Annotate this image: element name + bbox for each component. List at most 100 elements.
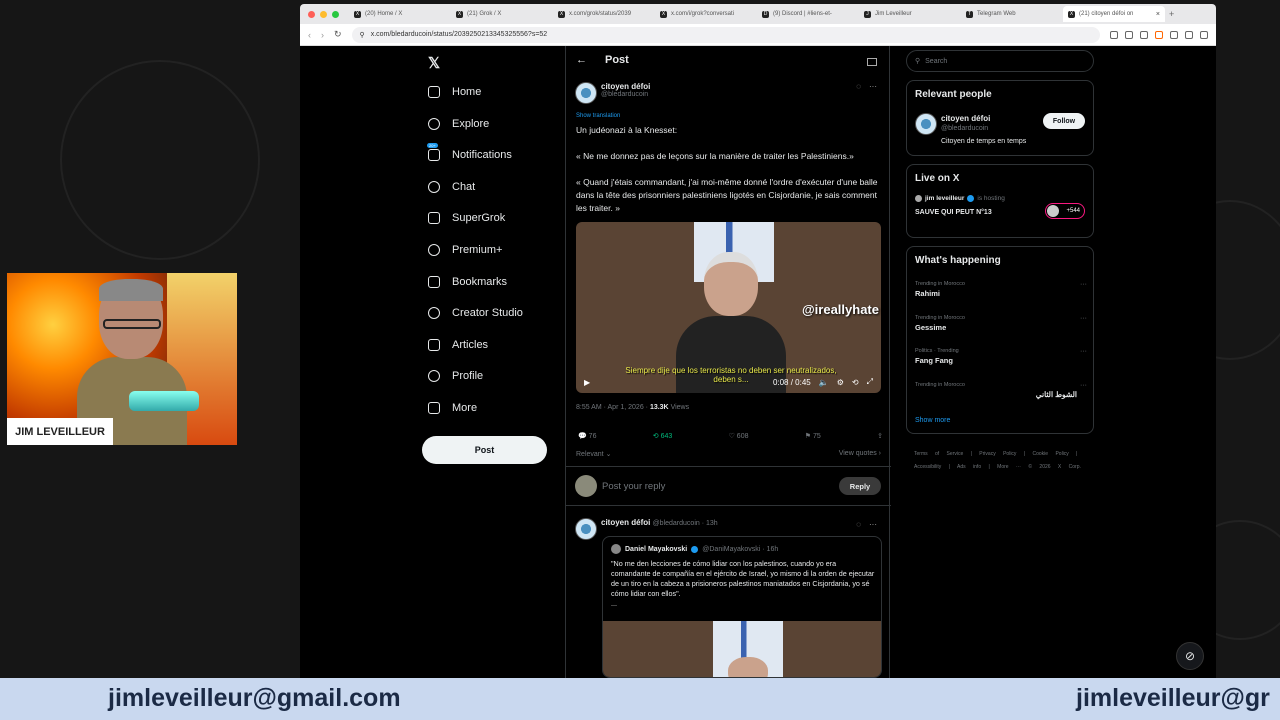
avatar[interactable] bbox=[915, 113, 937, 135]
fullscreen-icon[interactable]: ⤢ bbox=[867, 377, 873, 387]
nav-item-articles[interactable]: Articles bbox=[428, 338, 488, 351]
author-handle[interactable]: @bledarducoin bbox=[601, 91, 650, 98]
quoted-post[interactable]: Daniel Mayakovski @DaniMayakovski · 16h … bbox=[602, 536, 882, 678]
browser-tab[interactable]: X (21) citoyen défoi on × bbox=[1063, 6, 1165, 22]
browser-tab[interactable]: Xx.com/grok/status/2039 bbox=[553, 6, 655, 22]
more-options-icon[interactable]: ··· bbox=[1080, 315, 1087, 322]
more-options-icon[interactable]: ··· bbox=[869, 520, 877, 529]
grok-icon[interactable]: ◌ bbox=[856, 82, 861, 91]
nav-item-supergrok[interactable]: SuperGrok bbox=[428, 212, 505, 225]
live-host[interactable]: jim leveilleur is hosting bbox=[915, 195, 1005, 202]
settings-icon[interactable]: ⚙ bbox=[837, 378, 844, 387]
extension-icon[interactable] bbox=[1110, 30, 1118, 39]
more-options-icon[interactable]: ··· bbox=[1080, 348, 1087, 355]
space-title[interactable]: SAUVE QUI PEUT N°13 bbox=[915, 209, 992, 216]
like-action[interactable]: ♡ 608 bbox=[729, 432, 749, 440]
play-icon[interactable]: ▶ bbox=[584, 378, 590, 387]
trend-context: Trending in Morocco bbox=[915, 281, 965, 287]
browser-tab[interactable]: D (9) Discord | #liens-et- bbox=[757, 6, 859, 22]
reply-input[interactable]: Post your reply bbox=[602, 481, 665, 492]
nav-item-bookmarks[interactable]: Bookmarks bbox=[428, 275, 507, 288]
replies-sort-row: Relevant ⌄ View quotes › bbox=[576, 450, 881, 458]
video-player[interactable]: @ireallyhate Siempre dije que los terror… bbox=[576, 222, 881, 393]
nav-label: Home bbox=[452, 86, 482, 98]
avatar[interactable] bbox=[575, 518, 597, 540]
nav-item-home[interactable]: Home bbox=[428, 86, 481, 98]
search-input[interactable]: ⚲ Search bbox=[906, 50, 1094, 72]
follow-button[interactable]: Follow bbox=[1043, 113, 1085, 129]
tab-favicon-icon: X bbox=[660, 10, 667, 18]
premium-icon bbox=[428, 244, 440, 256]
post-author[interactable]: citoyen défoi @bledarducoin bbox=[575, 82, 650, 104]
grok-icon[interactable]: ◌ bbox=[856, 520, 861, 529]
site-info-icon[interactable]: ⚲ bbox=[360, 31, 365, 39]
tab-favicon-icon: T bbox=[966, 10, 973, 18]
bookmark-action[interactable]: ⚑ 75 bbox=[805, 432, 821, 440]
view-quotes-link[interactable]: View quotes › bbox=[839, 450, 881, 458]
back-arrow-icon[interactable]: ← bbox=[576, 54, 587, 66]
person-handle[interactable]: @bledarducoin bbox=[941, 125, 988, 132]
listener-count[interactable]: +544 bbox=[1045, 203, 1085, 219]
volume-icon[interactable]: 🔈 bbox=[819, 378, 829, 387]
nav-item-creator-studio[interactable]: Creator Studio bbox=[428, 307, 523, 320]
minimize-window-button[interactable] bbox=[320, 10, 327, 18]
url-field[interactable]: ⚲ x.com/bledarducoin/status/203925021334… bbox=[351, 26, 1100, 43]
trend-item[interactable]: Trending in Morocco Rahimi ··· bbox=[915, 281, 1087, 298]
share-icon[interactable]: ⇪ bbox=[877, 432, 883, 440]
author-name[interactable]: citoyen défoi bbox=[601, 82, 650, 91]
more-options-icon[interactable]: ··· bbox=[1080, 382, 1087, 389]
trend-item[interactable]: Trending in Morocco Gessime ··· bbox=[915, 315, 1087, 332]
reply-button[interactable]: Reply bbox=[839, 477, 881, 495]
repost-action[interactable]: ⟲ 643 bbox=[653, 432, 673, 440]
extension-icon[interactable] bbox=[1185, 30, 1193, 39]
tab-list: X (20) Home / X X (21) Grok / X Xx.com/grok/… bbox=[349, 6, 1165, 22]
nav-item-chat[interactable]: Chat bbox=[428, 180, 475, 193]
post-button[interactable]: Post bbox=[422, 436, 547, 464]
trend-item[interactable]: Trending in Morocco الشوط الثاني ··· bbox=[915, 382, 1087, 399]
brave-shield-icon[interactable] bbox=[1155, 30, 1163, 39]
footer-links[interactable]: Terms of Service | Privacy Policy | Cook… bbox=[914, 448, 1094, 474]
post-options: ◌ ··· bbox=[856, 82, 877, 91]
browser-tab[interactable]: J Jim Leveilleur bbox=[859, 6, 961, 22]
browser-tab[interactable]: X (21) Grok / X bbox=[451, 6, 553, 22]
views-count: 13.3K bbox=[649, 404, 669, 411]
avatar bbox=[575, 475, 597, 497]
forward-icon[interactable]: › bbox=[321, 30, 324, 40]
trend-name: Fang Fang bbox=[915, 356, 953, 365]
browser-tab[interactable]: X (20) Home / X bbox=[349, 6, 451, 22]
show-translation-link[interactable]: Show translation bbox=[576, 113, 620, 119]
maximize-window-button[interactable] bbox=[332, 10, 339, 18]
reload-icon[interactable]: ↻ bbox=[334, 29, 342, 40]
avatar bbox=[611, 544, 621, 554]
back-icon[interactable]: ‹ bbox=[308, 30, 311, 40]
x-logo-icon[interactable]: 𝕏 bbox=[428, 54, 440, 72]
nav-item-profile[interactable]: Profile bbox=[428, 370, 483, 383]
browser-tab[interactable]: Xx.com/i/grok?conversati bbox=[655, 6, 757, 22]
nav-item-notifications[interactable]: 20+ Notifications bbox=[427, 143, 512, 162]
relevant-sort-dropdown[interactable]: Relevant ⌄ bbox=[576, 450, 611, 458]
menu-icon[interactable] bbox=[1200, 30, 1208, 39]
person-name[interactable]: citoyen défoi bbox=[941, 114, 990, 123]
more-options-icon[interactable]: ··· bbox=[869, 82, 877, 91]
nav-item-explore[interactable]: Explore bbox=[428, 117, 489, 130]
tab-favicon-icon: X bbox=[456, 10, 463, 18]
extension-icon[interactable] bbox=[1125, 30, 1133, 39]
new-tab-button[interactable]: + bbox=[1169, 9, 1174, 19]
show-more-link[interactable]: Show more bbox=[915, 417, 950, 424]
grok-button[interactable]: ⊘ bbox=[1176, 642, 1204, 670]
extension-icon[interactable] bbox=[1140, 30, 1148, 39]
nav-item-more[interactable]: More bbox=[428, 402, 477, 414]
trend-item[interactable]: Politics · Trending Fang Fang ··· bbox=[915, 348, 1087, 365]
reply-author-name[interactable]: citoyen défoi bbox=[601, 518, 650, 527]
reader-icon[interactable] bbox=[867, 58, 877, 66]
reply-action[interactable]: 💬 76 bbox=[578, 432, 596, 440]
loop-icon[interactable]: ⟲ bbox=[852, 378, 859, 387]
avatar[interactable] bbox=[575, 82, 597, 104]
extension-icon[interactable] bbox=[1170, 30, 1178, 39]
close-window-button[interactable] bbox=[308, 10, 315, 18]
close-tab-icon[interactable]: × bbox=[1156, 11, 1160, 18]
post-timestamp[interactable]: 8:55 AM · Apr 1, 2026 · bbox=[576, 404, 650, 411]
more-options-icon[interactable]: ··· bbox=[1080, 281, 1087, 288]
browser-tab[interactable]: T Telegram Web bbox=[961, 6, 1063, 22]
nav-item-premium[interactable]: Premium+ bbox=[428, 244, 502, 256]
